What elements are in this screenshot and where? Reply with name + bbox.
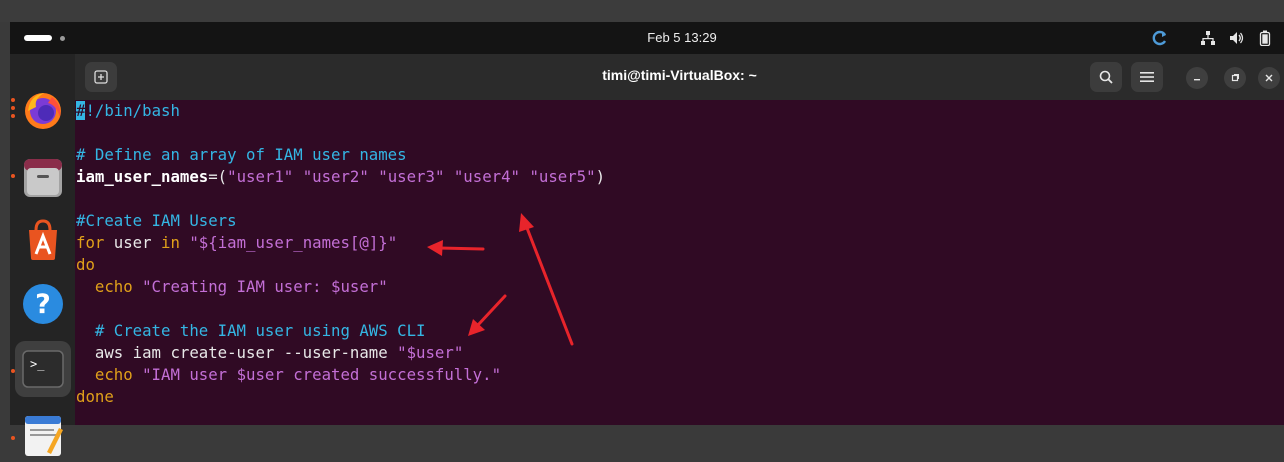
code-line: do [76, 255, 95, 274]
top-bar: Feb 5 13:29 [10, 22, 1284, 54]
files-icon [24, 159, 62, 197]
code-line: echo "IAM user $user created successfull… [94, 365, 502, 384]
search-icon [1099, 70, 1113, 84]
dock-firefox[interactable] [15, 82, 71, 138]
maximize-button[interactable] [1224, 67, 1246, 89]
script-text[interactable]: #!/bin/bash # Define an array of IAM user… [76, 100, 605, 408]
host-window-top-frame [0, 0, 1284, 22]
code-line: # Create the IAM user using AWS CLI [94, 321, 426, 340]
dock-text-editor[interactable] [15, 406, 71, 462]
code-line: #Create IAM Users [76, 211, 237, 230]
dock-app-center[interactable] [15, 212, 71, 268]
sync-icon[interactable] [1151, 29, 1169, 47]
terminal-window: timi@timi-VirtualBox: ~ #!/bin/bash # Def… [75, 54, 1284, 425]
svg-text:?: ? [35, 289, 51, 320]
hamburger-icon [1140, 72, 1154, 82]
text-editor-icon [25, 416, 63, 456]
clock[interactable]: Feb 5 13:29 [10, 30, 1284, 45]
help-icon: ? [23, 284, 63, 324]
code-line: echo "Creating IAM user: $user" [94, 277, 388, 296]
code-line: aws iam create-user --user-name "$user" [94, 343, 464, 362]
app-center-icon [29, 219, 57, 260]
code-line: iam_user_names=("user1" "user2" "user3" … [76, 167, 606, 186]
terminal-icon: >_ [22, 350, 64, 388]
code-line: done [76, 387, 114, 406]
svg-text:>_: >_ [30, 357, 45, 371]
title-bar[interactable]: timi@timi-VirtualBox: ~ [75, 54, 1284, 100]
menu-button[interactable] [1131, 62, 1163, 92]
code-line: # Define an array of IAM user names [76, 145, 407, 164]
battery-icon[interactable] [1256, 29, 1274, 47]
ubuntu-desktop: Feb 5 13:29 ? >_ timi@timi-VirtualBox: ~… [10, 22, 1284, 456]
code-line: #!/bin/bash [76, 101, 180, 120]
close-icon [1265, 74, 1273, 82]
code-line: for user in "${iam_user_names[@]}" [76, 233, 398, 252]
restore-icon [1231, 74, 1239, 82]
terminal-content[interactable]: #!/bin/bash # Define an array of IAM user… [75, 100, 1284, 425]
network-icon[interactable] [1199, 29, 1217, 47]
dock: ? >_ [10, 54, 75, 456]
minimize-icon [1194, 79, 1200, 81]
minimize-button[interactable] [1186, 67, 1208, 89]
close-button[interactable] [1258, 67, 1280, 89]
firefox-icon [25, 93, 61, 129]
dock-terminal[interactable]: >_ [15, 341, 71, 397]
volume-icon[interactable] [1227, 29, 1245, 47]
dock-files[interactable] [15, 150, 71, 206]
search-button[interactable] [1090, 62, 1122, 92]
dock-help[interactable]: ? [15, 276, 71, 332]
